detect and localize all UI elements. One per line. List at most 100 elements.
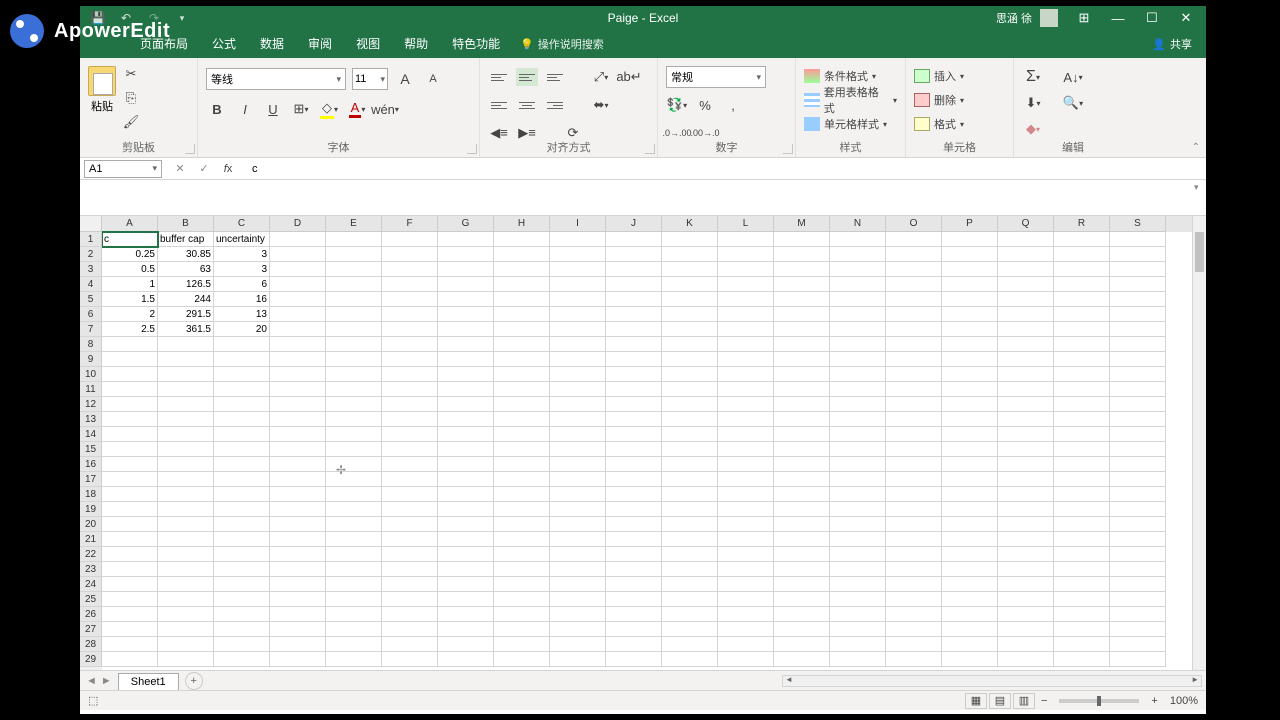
cell[interactable] <box>662 397 718 412</box>
column-header[interactable]: F <box>382 216 438 232</box>
cell[interactable] <box>718 592 774 607</box>
cell[interactable] <box>382 517 438 532</box>
zoom-in-button[interactable]: + <box>1147 695 1161 707</box>
cell[interactable]: 0.5 <box>102 262 158 277</box>
cell[interactable] <box>494 292 550 307</box>
cell[interactable] <box>886 337 942 352</box>
cell[interactable] <box>1054 232 1110 247</box>
cell[interactable] <box>438 277 494 292</box>
cell[interactable] <box>158 457 214 472</box>
cell[interactable] <box>662 307 718 322</box>
cell[interactable] <box>270 517 326 532</box>
cell[interactable] <box>326 367 382 382</box>
cell[interactable] <box>494 322 550 337</box>
cell[interactable] <box>718 262 774 277</box>
column-header[interactable]: K <box>662 216 718 232</box>
cell[interactable] <box>606 502 662 517</box>
cell[interactable] <box>662 292 718 307</box>
cell[interactable] <box>998 382 1054 397</box>
cell[interactable] <box>998 427 1054 442</box>
cell[interactable] <box>438 262 494 277</box>
cell[interactable] <box>1110 442 1166 457</box>
cell[interactable] <box>326 622 382 637</box>
normal-view-icon[interactable]: ▦ <box>965 693 987 709</box>
cell[interactable] <box>662 592 718 607</box>
cell[interactable] <box>886 367 942 382</box>
delete-cells-button[interactable]: 删除 ▾ <box>914 90 964 110</box>
cell[interactable] <box>326 592 382 607</box>
cut-icon[interactable]: ✂ <box>122 66 140 82</box>
cell[interactable] <box>1054 277 1110 292</box>
cell[interactable] <box>998 277 1054 292</box>
cell[interactable] <box>550 337 606 352</box>
cell[interactable] <box>214 352 270 367</box>
cell[interactable] <box>774 322 830 337</box>
cell[interactable] <box>326 247 382 262</box>
cell[interactable] <box>382 292 438 307</box>
cell[interactable] <box>326 472 382 487</box>
cell[interactable] <box>270 607 326 622</box>
column-header[interactable]: G <box>438 216 494 232</box>
cell[interactable] <box>438 652 494 667</box>
cell[interactable] <box>494 412 550 427</box>
cell[interactable] <box>270 562 326 577</box>
cell[interactable] <box>830 427 886 442</box>
align-center-icon[interactable] <box>516 96 538 114</box>
cell[interactable] <box>942 517 998 532</box>
cell[interactable] <box>270 442 326 457</box>
sheet-nav-prev-icon[interactable]: ◄ <box>86 675 97 687</box>
cell[interactable] <box>270 247 326 262</box>
cell[interactable] <box>998 322 1054 337</box>
cell[interactable] <box>494 457 550 472</box>
align-middle-icon[interactable] <box>516 68 538 86</box>
cell[interactable] <box>1054 262 1110 277</box>
cell[interactable] <box>886 427 942 442</box>
font-name-combo[interactable]: 等线 ▾ <box>206 68 346 90</box>
cell[interactable] <box>662 442 718 457</box>
cell[interactable] <box>550 292 606 307</box>
cell[interactable] <box>382 532 438 547</box>
cell[interactable] <box>382 472 438 487</box>
cell[interactable] <box>438 577 494 592</box>
cell[interactable] <box>998 307 1054 322</box>
cell[interactable] <box>214 457 270 472</box>
cell[interactable] <box>438 472 494 487</box>
cell[interactable] <box>382 487 438 502</box>
cell[interactable] <box>774 277 830 292</box>
cell[interactable] <box>326 292 382 307</box>
cell[interactable] <box>438 487 494 502</box>
cell[interactable] <box>382 232 438 247</box>
cell[interactable] <box>886 232 942 247</box>
cell[interactable] <box>718 652 774 667</box>
cell[interactable] <box>942 277 998 292</box>
cell[interactable] <box>214 472 270 487</box>
cell[interactable] <box>662 472 718 487</box>
cell[interactable] <box>438 322 494 337</box>
cell[interactable] <box>270 652 326 667</box>
cell[interactable] <box>102 352 158 367</box>
cancel-formula-icon[interactable]: ✕ <box>172 161 188 177</box>
cell[interactable] <box>550 532 606 547</box>
cell[interactable] <box>774 637 830 652</box>
cell[interactable] <box>606 457 662 472</box>
cell[interactable] <box>606 562 662 577</box>
cell[interactable] <box>494 427 550 442</box>
cell[interactable] <box>1054 502 1110 517</box>
cell[interactable] <box>438 562 494 577</box>
column-header[interactable]: M <box>774 216 830 232</box>
cell[interactable] <box>550 592 606 607</box>
cell[interactable] <box>494 502 550 517</box>
column-header[interactable]: J <box>606 216 662 232</box>
cell[interactable] <box>494 622 550 637</box>
cell[interactable] <box>102 337 158 352</box>
cell[interactable] <box>382 622 438 637</box>
cell[interactable] <box>438 247 494 262</box>
cell[interactable] <box>550 277 606 292</box>
cell[interactable] <box>214 487 270 502</box>
cell[interactable] <box>326 337 382 352</box>
cell[interactable] <box>1054 427 1110 442</box>
cell[interactable] <box>998 562 1054 577</box>
cell[interactable] <box>438 232 494 247</box>
cell[interactable] <box>942 397 998 412</box>
column-header[interactable]: L <box>718 216 774 232</box>
